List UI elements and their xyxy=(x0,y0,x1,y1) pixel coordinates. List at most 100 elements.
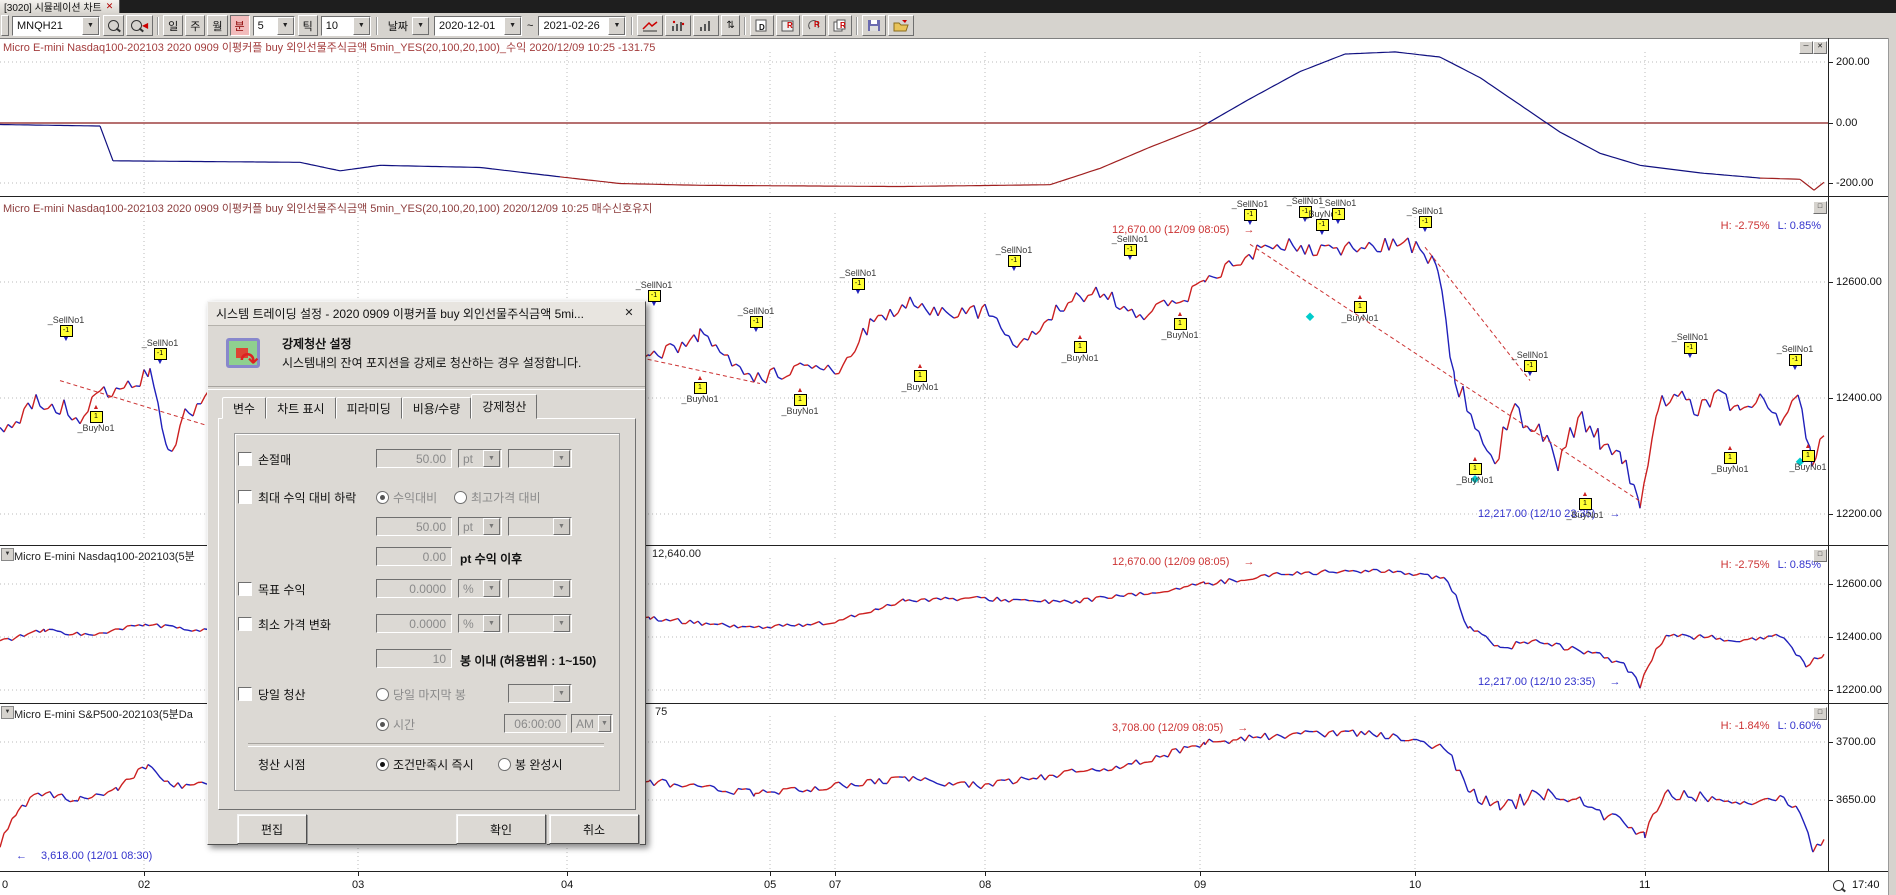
time-zoom-icon[interactable] xyxy=(1833,880,1844,891)
target-profit-unit-combo[interactable]: %▼ xyxy=(458,579,502,598)
pane1-close-button[interactable]: ✕ xyxy=(1813,41,1827,54)
chevron-down-icon: ▼ xyxy=(598,715,611,732)
min-change-unit-combo[interactable]: %▼ xyxy=(458,614,502,633)
chevron-down-icon: ▼ xyxy=(553,580,570,597)
time-axis-tick xyxy=(1200,872,1201,876)
high-pct: H: -2.75% xyxy=(1721,559,1770,571)
pane3-high-annotation: 12,670.00 (12/09 08:05)→ xyxy=(1112,556,1254,568)
axis-tick xyxy=(1828,123,1833,124)
pane-divider[interactable] xyxy=(0,196,1896,197)
pane4-low-annotation: ←3,618.00 (12/01 08:30) xyxy=(16,850,152,862)
last-bar-radio[interactable] xyxy=(376,688,389,701)
bars-value-field[interactable]: 10 xyxy=(376,649,452,668)
day-close-label: 당일 청산 xyxy=(258,686,306,703)
pane4-title: Micro E-mini S&P500-202103(5분Da xyxy=(14,706,193,722)
current-time-label: 17:40 xyxy=(1852,879,1880,891)
axis-tick xyxy=(1828,282,1833,283)
target-profit-extra-combo[interactable]: ▼ xyxy=(508,579,572,598)
max-drawdown-extra-combo[interactable]: ▼ xyxy=(508,517,572,536)
pane3-dropdown-icon[interactable]: ▼ xyxy=(1,548,14,561)
time-radio[interactable] xyxy=(376,718,389,731)
edit-button[interactable]: 편집 xyxy=(237,814,307,844)
max-drawdown-label: 최대 수익 대비 하락 xyxy=(258,489,356,506)
pane4-high-annotation: 3,708.00 (12/09 08:05)→ xyxy=(1112,722,1248,734)
highest-price-radio[interactable] xyxy=(454,491,467,504)
tab-cost-qty[interactable]: 비용/수량 xyxy=(402,397,472,419)
after-profit-value-field[interactable]: 0.00 xyxy=(376,547,452,566)
pane3-low-annotation: 12,217.00 (12/10 23:35)→ xyxy=(1478,676,1620,688)
pane4-dropdown-icon[interactable]: ▼ xyxy=(1,706,14,719)
min-change-value-field[interactable]: 0.0000 xyxy=(376,614,452,633)
time-axis-label: 0 xyxy=(2,879,8,891)
chevron-down-icon: ▼ xyxy=(553,450,570,467)
time-axis-label: 11 xyxy=(1639,879,1650,891)
dialog-tabs: 변수 차트 표시 피라미딩 비용/수량 강제청산 xyxy=(222,396,537,419)
time-axis-label: 07 xyxy=(829,879,841,891)
tab-pyramiding[interactable]: 피라미딩 xyxy=(336,397,402,419)
dialog-close-button[interactable]: ✕ xyxy=(621,307,637,321)
on-bar-complete-radio[interactable] xyxy=(498,758,511,771)
pane1-minimize-button[interactable]: ─ xyxy=(1799,41,1813,54)
time-axis-tick xyxy=(567,872,568,876)
tab-chart-display[interactable]: 차트 표시 xyxy=(266,397,336,419)
time-axis-label: 04 xyxy=(561,879,573,891)
target-profit-checkbox[interactable] xyxy=(238,582,252,596)
price-axis-label: 12200.00 xyxy=(1836,508,1882,520)
stop-loss-value-field[interactable]: 50.00 xyxy=(376,449,452,468)
high-pct: H: -1.84% xyxy=(1721,720,1770,732)
max-drawdown-value-field[interactable]: 50.00 xyxy=(376,517,452,536)
last-bar-combo[interactable]: ▼ xyxy=(508,684,572,703)
settings-group-box xyxy=(234,433,620,791)
chevron-down-icon: ▼ xyxy=(553,518,570,535)
last-bar-label: 당일 마지막 봉 xyxy=(393,686,466,703)
dialog-title-bar[interactable]: 시스템 트레이딩 설정 - 2020 0909 이평커플 buy 외인선물주식금… xyxy=(208,302,645,326)
pane4-restore-button[interactable]: □ xyxy=(1813,707,1827,720)
stop-loss-label: 손절매 xyxy=(258,451,291,468)
right-scrollbar[interactable] xyxy=(1888,38,1896,895)
time-axis-tick xyxy=(1415,872,1416,876)
chevron-down-icon: ▼ xyxy=(483,518,500,535)
pane3-title-value: 12,640.00 xyxy=(652,548,701,560)
stop-loss-extra-combo[interactable]: ▼ xyxy=(508,449,572,468)
price-axis-label: 3650.00 xyxy=(1836,794,1876,806)
time-axis-label: 03 xyxy=(352,879,364,891)
time-axis-label: 09 xyxy=(1194,879,1206,891)
pane3-high-low-label: H: -2.75%L: 0.85% xyxy=(1721,559,1821,571)
ampm-combo[interactable]: AM▼ xyxy=(571,714,613,733)
max-drawdown-checkbox[interactable] xyxy=(238,490,252,504)
max-drawdown-unit-combo[interactable]: pt▼ xyxy=(458,517,502,536)
price-axis-label: -200.00 xyxy=(1836,177,1873,189)
ok-button[interactable]: 확인 xyxy=(456,814,546,844)
price-axis-label: 0.00 xyxy=(1836,117,1857,129)
tab-forced-liquidation[interactable]: 강제청산 xyxy=(471,394,537,419)
min-change-extra-combo[interactable]: ▼ xyxy=(508,614,572,633)
dialog-title: 시스템 트레이딩 설정 - 2020 0909 이평커플 buy 외인선물주식금… xyxy=(216,305,584,322)
pane2-restore-button[interactable]: □ xyxy=(1813,201,1827,214)
time-axis-label: 10 xyxy=(1409,879,1421,891)
axis-tick xyxy=(1828,183,1833,184)
time-radio-label: 시간 xyxy=(393,716,415,733)
chevron-down-icon: ▼ xyxy=(553,615,570,632)
price-axis-label: 12600.00 xyxy=(1836,276,1882,288)
pane2-title: Micro E-mini Nasdaq100-202103 2020 0909 … xyxy=(3,200,652,216)
price-axis-label: 200.00 xyxy=(1836,56,1870,68)
on-condition-label: 조건만족시 즉시 xyxy=(393,756,474,773)
target-profit-label: 목표 수익 xyxy=(258,581,306,598)
min-change-checkbox[interactable] xyxy=(238,617,252,631)
tab-variables[interactable]: 변수 xyxy=(222,397,266,419)
pane3-restore-button[interactable]: □ xyxy=(1813,549,1827,562)
profit-based-radio[interactable] xyxy=(376,491,389,504)
stop-loss-checkbox[interactable] xyxy=(238,452,252,466)
time-axis-label: 08 xyxy=(979,879,991,891)
stop-loss-unit-combo[interactable]: pt▼ xyxy=(458,449,502,468)
system-trading-settings-dialog: 시스템 트레이딩 설정 - 2020 0909 이평커플 buy 외인선물주식금… xyxy=(207,301,646,845)
target-profit-value-field[interactable]: 0.0000 xyxy=(376,579,452,598)
time-value-field[interactable]: 06:00:00 xyxy=(504,714,567,733)
low-pct: L: 0.60% xyxy=(1778,720,1821,732)
day-close-checkbox[interactable] xyxy=(238,687,252,701)
cancel-button[interactable]: 취소 xyxy=(549,814,639,844)
low-pct: L: 0.85% xyxy=(1778,220,1821,232)
time-axis-tick xyxy=(358,872,359,876)
on-condition-radio[interactable] xyxy=(376,758,389,771)
pane4-title-fragment: 75 xyxy=(655,706,667,718)
